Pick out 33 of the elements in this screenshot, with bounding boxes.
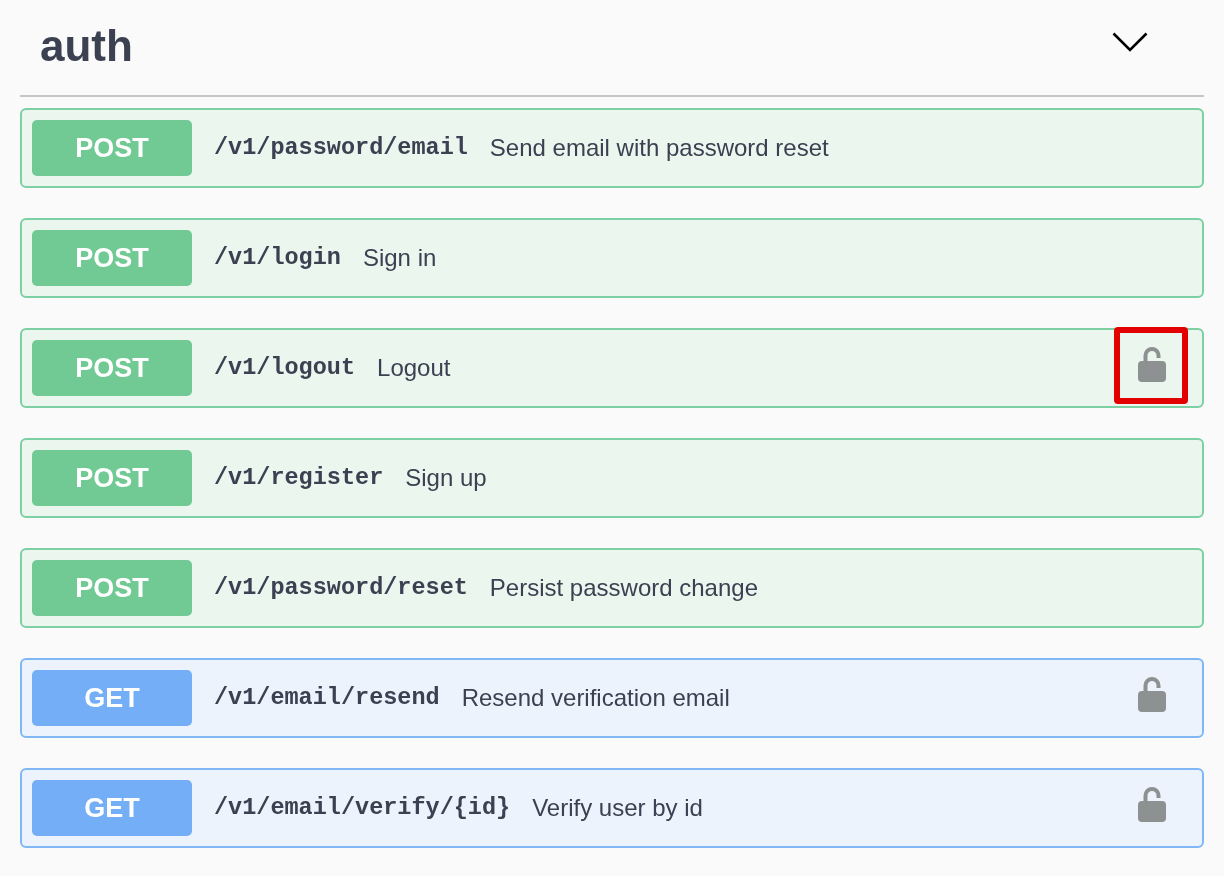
endpoint-path: /v1/email/verify/{id} [214,793,511,824]
method-tag: POST [32,450,192,506]
endpoint-path: /v1/password/reset [214,573,468,604]
endpoint-row[interactable]: GET /v1/email/resend Resend verification email [20,658,1204,738]
section-title[interactable]: auth [40,23,133,68]
endpoint-row[interactable]: POST /v1/password/reset Persist password change [20,548,1204,628]
method-tag: POST [32,230,192,286]
endpoint-summary: Verify user by id [532,793,703,823]
method-tag: GET [32,780,192,836]
method-tag: POST [32,560,192,616]
endpoint-path: /v1/logout [214,353,356,384]
endpoint-row[interactable]: POST /v1/password/email Send email with password reset [20,108,1204,188]
method-tag: GET [32,670,192,726]
endpoint-summary: Logout [377,353,451,383]
open-padlock-icon[interactable] [1138,346,1166,382]
method-tag: POST [32,120,192,176]
endpoint-summary: Sign up [405,463,487,493]
endpoint-path: /v1/register [214,463,384,494]
endpoint-path: /v1/login [214,243,341,274]
endpoint-summary: Send email with password reset [489,133,829,163]
method-tag: POST [32,340,192,396]
endpoint-row[interactable]: GET /v1/email/verify/{id} Verify user by id [20,768,1204,848]
open-padlock-icon[interactable] [1138,786,1166,822]
open-padlock-icon[interactable] [1138,676,1166,712]
endpoint-row[interactable]: POST /v1/login Sign in [20,218,1204,298]
endpoint-path: /v1/password/email [214,133,468,164]
endpoint-summary: Persist password change [489,573,758,603]
chevron-down-icon[interactable] [1112,31,1148,52]
endpoint-row[interactable]: POST /v1/logout Logout [20,328,1204,408]
endpoint-row[interactable]: POST /v1/register Sign up [20,438,1204,518]
endpoint-summary: Sign in [362,243,437,273]
endpoint-summary: Resend verification email [461,683,730,713]
endpoint-path: /v1/email/resend [214,683,440,714]
